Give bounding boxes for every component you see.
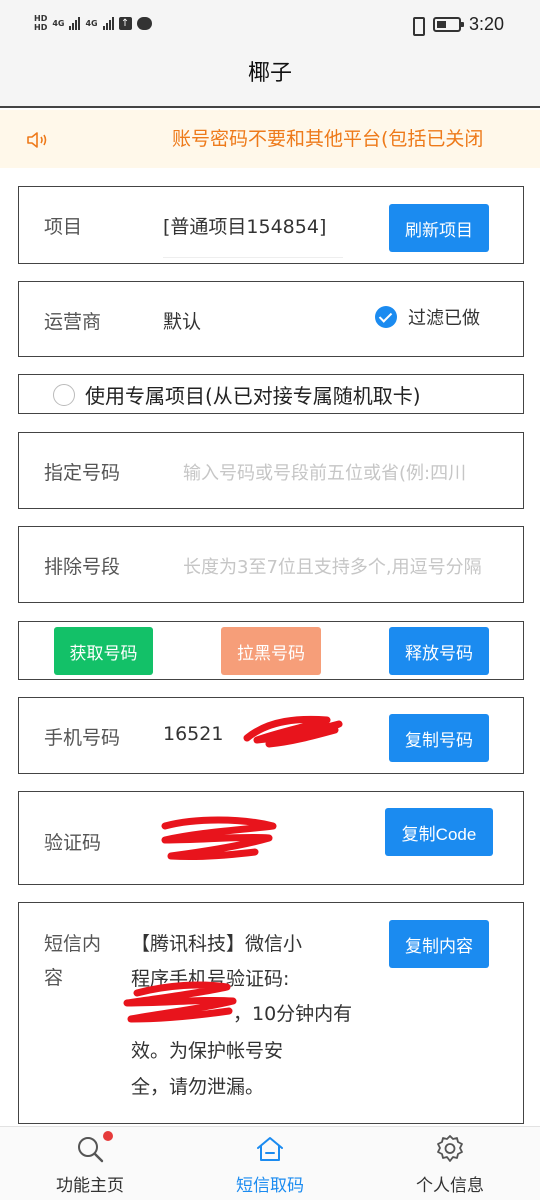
bottom-tab-bar: 功能主页 短信取码 个人信息 xyxy=(0,1126,540,1200)
network-type-left: 4G xyxy=(52,18,65,28)
status-bar: HD HD 4G 4G ↑ 3:20 xyxy=(0,0,540,52)
carrier-value[interactable]: 默认 xyxy=(163,307,201,334)
notice-bar: 账号密码不要和其他平台(包括已关闭 xyxy=(0,110,540,168)
search-icon xyxy=(78,1137,104,1163)
exclusive-label[interactable]: 使用专属项目(从已对接专属随机取卡) xyxy=(85,380,421,409)
battery-icon xyxy=(432,17,464,32)
hd-icon: HD HD xyxy=(34,14,48,32)
project-card: 项目 [普通项目154854] 刷新项目 xyxy=(18,186,524,264)
phone-label: 手机号码 xyxy=(44,727,121,749)
tab-sms[interactable]: 短信取码 xyxy=(180,1127,360,1200)
clock: 3:20 xyxy=(468,14,504,34)
actions-card: 获取号码 拉黑号码 释放号码 xyxy=(18,621,524,680)
refresh-project-button[interactable]: 刷新项目 xyxy=(389,204,489,252)
filter-done-label[interactable]: 过滤已做 xyxy=(408,304,480,330)
upload-icon: ↑ xyxy=(118,16,132,30)
phone-redaction xyxy=(243,715,343,748)
tab-profile-label: 个人信息 xyxy=(416,1176,484,1196)
sms-line-3: ，10分钟内有 xyxy=(233,1003,353,1025)
block-number-button[interactable]: 拉黑号码 xyxy=(221,627,321,675)
phone-value: 16521 xyxy=(163,723,224,745)
sms-card: 短信内 容 【腾讯科技】微信小 程序手机号验证码: ，10分钟内有 效。为保护帐… xyxy=(18,902,524,1124)
specify-number-input[interactable]: 输入号码或号段前五位或省(例:四川 xyxy=(183,459,499,485)
sms-redaction xyxy=(123,981,237,1023)
sms-line-1: 【腾讯科技】微信小 xyxy=(131,933,303,955)
exclusive-project-card[interactable]: 使用专属项目(从已对接专属随机取卡) xyxy=(18,374,524,414)
exclude-segment-input[interactable]: 长度为3至7位且支持多个,用逗号分隔 xyxy=(183,553,499,579)
tab-profile[interactable]: 个人信息 xyxy=(360,1127,540,1200)
page-title: 椰子 xyxy=(247,61,292,86)
title-bar: 椰子 xyxy=(0,52,540,108)
message-icon xyxy=(136,16,152,30)
carrier-label: 运营商 xyxy=(44,311,102,333)
phone-card: 手机号码 16521 复制号码 xyxy=(18,697,524,774)
status-icons-right: 3:20 xyxy=(409,14,504,36)
tab-home-label: 功能主页 xyxy=(56,1176,124,1196)
specify-number-card: 指定号码 输入号码或号段前五位或省(例:四川 xyxy=(18,432,524,509)
copy-content-button[interactable]: 复制内容 xyxy=(389,920,489,968)
code-card: 验证码 复制Code xyxy=(18,791,524,885)
notification-dot xyxy=(103,1131,113,1141)
exclude-segment-card: 排除号段 长度为3至7位且支持多个,用逗号分隔 xyxy=(18,526,524,603)
exclusive-radio-icon[interactable] xyxy=(53,384,75,406)
filter-done-checkbox-icon[interactable] xyxy=(375,306,397,328)
release-number-button[interactable]: 释放号码 xyxy=(389,627,489,675)
sms-line-4: 效。为保护帐号安 xyxy=(131,1040,284,1062)
copy-code-button[interactable]: 复制Code xyxy=(385,808,493,856)
copy-number-button[interactable]: 复制号码 xyxy=(389,714,489,762)
tab-sms-label: 短信取码 xyxy=(236,1176,304,1196)
get-number-button[interactable]: 获取号码 xyxy=(54,627,153,675)
carrier-card: 运营商 默认 过滤已做 xyxy=(18,281,524,357)
signal-icon xyxy=(69,16,81,30)
specify-number-label: 指定号码 xyxy=(44,462,121,484)
code-label: 验证码 xyxy=(44,832,102,854)
project-label: 项目 xyxy=(44,216,83,238)
sms-label-line1: 短信内 xyxy=(44,933,102,955)
network-type-right: 4G xyxy=(85,18,98,28)
sms-label-line2: 容 xyxy=(44,967,64,989)
speaker-icon xyxy=(27,132,47,148)
exclude-segment-label: 排除号段 xyxy=(44,556,121,578)
tab-home[interactable]: 功能主页 xyxy=(0,1127,180,1200)
gear-icon xyxy=(437,1135,463,1162)
sms-line-5: 全，请勿泄漏。 xyxy=(131,1076,265,1098)
code-redaction xyxy=(161,816,277,861)
project-underline xyxy=(163,257,343,258)
vibrate-icon xyxy=(409,16,425,36)
project-value: [普通项目154854] xyxy=(163,216,327,238)
home-icon xyxy=(257,1137,283,1161)
signal-icon-2 xyxy=(102,16,114,30)
status-icons-left: HD HD 4G 4G ↑ xyxy=(34,14,152,32)
notice-text: 账号密码不要和其他平台(包括已关闭 xyxy=(172,128,484,150)
